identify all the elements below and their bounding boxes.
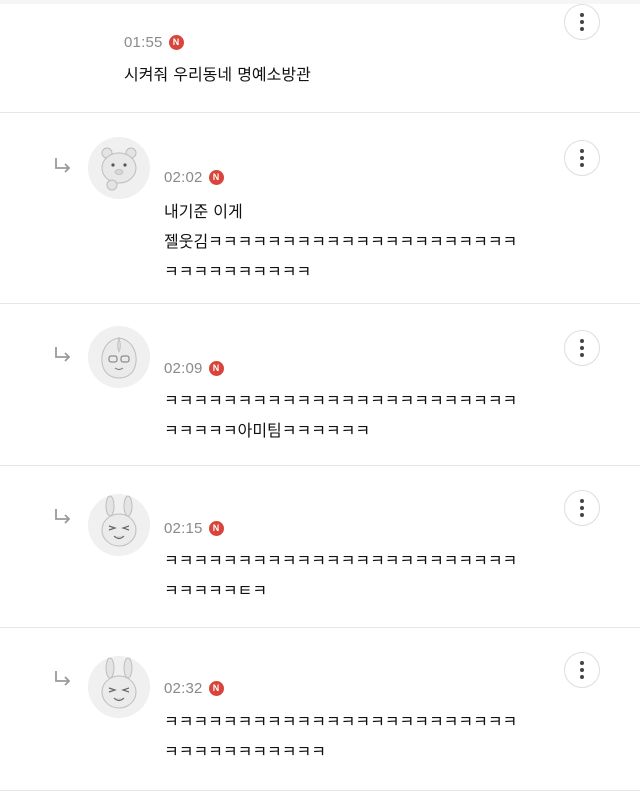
reply-comment-item: 02:32 N ㅋㅋㅋㅋㅋㅋㅋㅋㅋㅋㅋㅋㅋㅋㅋㅋㅋㅋㅋㅋㅋㅋㅋㅋ ㅋㅋㅋㅋㅋㅋㅋ… xyxy=(0,628,640,799)
comment-thread: 01:55 N 시켜줘 우리동네 명예소방관 02:02 N 내기준 이게 젤웃… xyxy=(0,0,640,799)
new-badge-icon: N xyxy=(208,170,224,185)
comment-text: ㅋㅋㅋㅋㅋㅋㅋㅋㅋㅋㅋㅋㅋㅋㅋㅋㅋㅋㅋㅋㅋㅋㅋㅋ ㅋㅋㅋㅋㅋ아미팀ㅋㅋㅋㅋㅋㅋ xyxy=(164,386,517,446)
comment-meta: 01:55 N xyxy=(124,34,184,51)
ryan-character-avatar[interactable] xyxy=(88,137,150,199)
comment-text: ㅋㅋㅋㅋㅋㅋㅋㅋㅋㅋㅋㅋㅋㅋㅋㅋㅋㅋㅋㅋㅋㅋㅋㅋ ㅋㅋㅋㅋㅋㅌㅋ xyxy=(164,546,517,606)
more-options-button[interactable] xyxy=(564,330,600,366)
apeach-character-avatar[interactable] xyxy=(88,326,150,388)
more-dot xyxy=(580,506,584,510)
more-options-button[interactable] xyxy=(564,490,600,526)
reply-arrow-icon xyxy=(55,158,71,173)
comment-text: 시켜줘 우리동네 명예소방관 xyxy=(124,60,311,90)
comment-line: ㅋㅋㅋㅋㅋㅋㅋㅋㅋㅋㅋㅋㅋㅋㅋㅋㅋㅋㅋㅋㅋㅋㅋㅋ xyxy=(164,391,518,410)
comment-time: 02:15 xyxy=(164,520,203,537)
more-dot xyxy=(580,27,584,31)
more-dot xyxy=(580,346,584,350)
more-dot xyxy=(580,163,584,167)
more-vertical-icon xyxy=(580,661,584,665)
reply-arrow-icon xyxy=(55,671,71,686)
comment-line: ㅋㅋㅋㅋㅋㅌㅋ xyxy=(164,581,268,600)
more-options-button[interactable] xyxy=(564,652,600,688)
comment-meta: 02:02 N xyxy=(164,169,224,186)
comment-line: 젤웃김ㅋㅋㅋㅋㅋㅋㅋㅋㅋㅋㅋㅋㅋㅋㅋㅋㅋㅋㅋㅋㅋ xyxy=(164,232,518,251)
more-vertical-icon xyxy=(580,339,584,343)
more-dot xyxy=(580,20,584,24)
reply-arrow-icon xyxy=(55,509,71,524)
reply-comment-item: 02:09 N ㅋㅋㅋㅋㅋㅋㅋㅋㅋㅋㅋㅋㅋㅋㅋㅋㅋㅋㅋㅋㅋㅋㅋㅋ ㅋㅋㅋㅋㅋ아미… xyxy=(0,304,640,465)
comment-item: 01:55 N 시켜줘 우리동네 명예소방관 xyxy=(0,0,640,112)
more-dot xyxy=(580,513,584,517)
more-vertical-icon xyxy=(580,13,584,17)
new-badge-icon: N xyxy=(168,35,184,50)
new-badge-icon: N xyxy=(208,681,224,696)
more-vertical-icon xyxy=(580,499,584,503)
more-dot xyxy=(580,675,584,679)
new-badge-icon: N xyxy=(208,521,224,536)
more-dot xyxy=(580,156,584,160)
more-vertical-icon xyxy=(580,149,584,153)
comment-time: 02:02 xyxy=(164,169,203,186)
comment-line: ㅋㅋㅋㅋㅋㅋㅋㅋㅋㅋㅋㅋㅋㅋㅋㅋㅋㅋㅋㅋㅋㅋㅋㅋ xyxy=(164,551,518,570)
muzi-character-avatar[interactable] xyxy=(88,494,150,556)
muzi-character-avatar[interactable] xyxy=(88,656,150,718)
reply-comment-item: 02:02 N 내기준 이게 젤웃김ㅋㅋㅋㅋㅋㅋㅋㅋㅋㅋㅋㅋㅋㅋㅋㅋㅋㅋㅋㅋㅋ … xyxy=(0,113,640,303)
more-options-button[interactable] xyxy=(564,140,600,176)
comment-text: ㅋㅋㅋㅋㅋㅋㅋㅋㅋㅋㅋㅋㅋㅋㅋㅋㅋㅋㅋㅋㅋㅋㅋㅋ ㅋㅋㅋㅋㅋㅋㅋㅋㅋㅋㅋ xyxy=(164,707,517,767)
comment-time: 02:32 xyxy=(164,680,203,697)
more-dot xyxy=(580,353,584,357)
divider xyxy=(0,790,640,791)
comment-line: ㅋㅋㅋㅋㅋㅋㅋㅋㅋㅋㅋㅋㅋㅋㅋㅋㅋㅋㅋㅋㅋㅋㅋㅋ xyxy=(164,712,518,731)
reply-comment-item: 02:15 N ㅋㅋㅋㅋㅋㅋㅋㅋㅋㅋㅋㅋㅋㅋㅋㅋㅋㅋㅋㅋㅋㅋㅋㅋ ㅋㅋㅋㅋㅋㅌㅋ xyxy=(0,466,640,627)
comment-time: 02:09 xyxy=(164,360,203,377)
more-dot xyxy=(580,668,584,672)
comment-line: 내기준 이게 xyxy=(164,202,243,221)
comment-line: ㅋㅋㅋㅋㅋㅋㅋㅋㅋㅋㅋ xyxy=(164,742,326,761)
more-options-button[interactable] xyxy=(564,4,600,40)
comment-meta: 02:15 N xyxy=(164,520,224,537)
comment-line: ㅋㅋㅋㅋㅋㅋㅋㅋㅋㅋ xyxy=(164,262,312,281)
comment-line: 시켜줘 우리동네 명예소방관 xyxy=(124,65,311,84)
comment-time: 01:55 xyxy=(124,34,163,51)
comment-meta: 02:09 N xyxy=(164,360,224,377)
comment-meta: 02:32 N xyxy=(164,680,224,697)
reply-arrow-icon xyxy=(55,347,71,362)
comment-text: 내기준 이게 젤웃김ㅋㅋㅋㅋㅋㅋㅋㅋㅋㅋㅋㅋㅋㅋㅋㅋㅋㅋㅋㅋㅋ ㅋㅋㅋㅋㅋㅋㅋㅋ… xyxy=(164,197,517,287)
new-badge-icon: N xyxy=(208,361,224,376)
comment-line: ㅋㅋㅋㅋㅋ아미팀ㅋㅋㅋㅋㅋㅋ xyxy=(164,421,371,440)
